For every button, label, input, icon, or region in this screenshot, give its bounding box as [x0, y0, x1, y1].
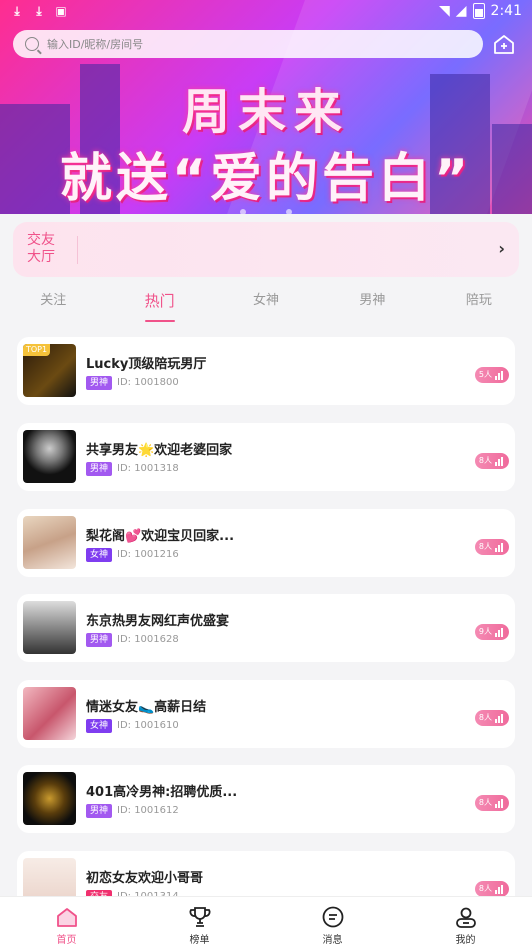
online-count: 5人 [474, 367, 509, 383]
nav-home[interactable]: 首页 [0, 897, 133, 944]
room-card[interactable]: 401高冷男神:招聘优质... 男神 ID: 1001612 8人 [17, 765, 515, 833]
room-card[interactable]: 东京热男友网红声优盛宴 男神 ID: 1001628 9人 [17, 594, 515, 662]
tab-follow[interactable]: 关注 [0, 286, 106, 322]
room-id: ID: 1001216 [117, 549, 179, 560]
search-input[interactable] [47, 37, 447, 51]
clock: 2:41 [490, 3, 522, 19]
nav-label: 消息 [322, 935, 343, 944]
room-card[interactable]: 梨花阁💕欢迎宝贝回家... 女神 ID: 1001216 8人 [17, 509, 515, 577]
online-count: 9人 [474, 624, 509, 640]
chevron-right-icon: › [498, 239, 505, 258]
room-id: ID: 1001610 [117, 720, 179, 731]
nav-profile[interactable]: 我的 [399, 897, 532, 944]
room-id: ID: 1001612 [117, 805, 179, 816]
audio-bars-icon [495, 542, 503, 552]
category-tabs: 关注 热门 女神 男神 陪玩 [0, 286, 532, 322]
room-cover [23, 687, 76, 740]
room-card[interactable]: 情迷女友🥿高薪日结 女神 ID: 1001610 8人 [17, 680, 515, 748]
room-id: ID: 1001318 [117, 463, 179, 474]
room-cover: TOP1 [23, 344, 76, 397]
room-card[interactable]: 共享男友🌟欢迎老婆回家 男神 ID: 1001318 8人 [17, 423, 515, 491]
room-name: 初恋女友欢迎小哥哥 [86, 871, 204, 886]
create-room-icon[interactable] [493, 33, 515, 55]
bottom-navigation: 首页 榜单 消息 我的 [0, 896, 532, 944]
signal-icon: ◢ [455, 3, 467, 19]
tab-goddess[interactable]: 女神 [213, 286, 319, 322]
audio-bars-icon [495, 627, 503, 637]
nav-label: 首页 [56, 935, 77, 944]
audio-bars-icon [495, 798, 503, 808]
nav-ranking[interactable]: 榜单 [133, 897, 266, 944]
room-name: 共享男友🌟欢迎老婆回家 [86, 443, 233, 458]
nav-label: 我的 [455, 935, 476, 944]
room-tag: 女神 [86, 548, 113, 562]
room-id: ID: 1001800 [117, 377, 179, 388]
lobby-card[interactable]: 交友大厅 › [13, 222, 519, 277]
room-name: 情迷女友🥿高薪日结 [86, 700, 207, 715]
room-tag: 男神 [86, 633, 113, 647]
lobby-divider [77, 236, 78, 264]
tab-hot[interactable]: 热门 [106, 286, 212, 322]
audio-bars-icon [495, 713, 503, 723]
search-icon [25, 37, 39, 51]
online-count: 8人 [474, 795, 509, 811]
room-id: ID: 1001628 [117, 634, 179, 645]
audio-bars-icon [495, 456, 503, 466]
download-icon: ⤓ [36, 4, 42, 18]
pager-dot[interactable] [286, 209, 292, 214]
pager-dot[interactable] [240, 209, 246, 214]
banner-headline: 周末来 [181, 84, 350, 140]
banner-pager [0, 200, 532, 214]
room-cover [23, 601, 76, 654]
tab-male-god[interactable]: 男神 [319, 286, 425, 322]
top1-badge: TOP1 [23, 344, 51, 356]
room-name: 401高冷男神:招聘优质... [86, 785, 238, 800]
online-count: 8人 [474, 539, 509, 555]
battery-icon [472, 3, 485, 19]
tab-companion[interactable]: 陪玩 [426, 286, 532, 322]
message-icon [322, 906, 343, 928]
lobby-title: 交友大厅 [27, 232, 55, 265]
audio-bars-icon [495, 884, 503, 894]
download-icon: ⤓ [14, 4, 20, 18]
nav-label: 榜单 [189, 935, 210, 944]
room-cover [23, 430, 76, 483]
room-name: 梨花阁💕欢迎宝贝回家... [86, 529, 235, 544]
room-card[interactable]: TOP1 Lucky顶级陪玩男厅 男神 ID: 1001800 5人 [17, 337, 515, 405]
online-count: 8人 [474, 881, 509, 897]
wifi-icon: ◥ [438, 3, 450, 19]
room-cover [23, 516, 76, 569]
nav-messages[interactable]: 消息 [266, 897, 399, 944]
app-notification-icon: ▣ [55, 4, 67, 18]
profile-icon [455, 907, 476, 928]
status-bar: ⤓ ⤓ ▣ ◥ ◢ 2:41 [0, 0, 532, 24]
online-count: 8人 [474, 710, 509, 726]
room-cover [23, 772, 76, 825]
home-icon [56, 908, 77, 927]
room-tag: 男神 [86, 462, 113, 476]
room-name: Lucky顶级陪玩男厅 [86, 357, 207, 372]
online-count: 8人 [474, 453, 509, 469]
search-bar[interactable] [13, 30, 483, 58]
room-tag: 女神 [86, 719, 113, 733]
audio-bars-icon [495, 370, 503, 380]
room-tag: 男神 [86, 804, 113, 818]
trophy-icon [189, 907, 210, 927]
room-tag: 男神 [86, 376, 113, 390]
room-name: 东京热男友网红声优盛宴 [86, 614, 230, 629]
